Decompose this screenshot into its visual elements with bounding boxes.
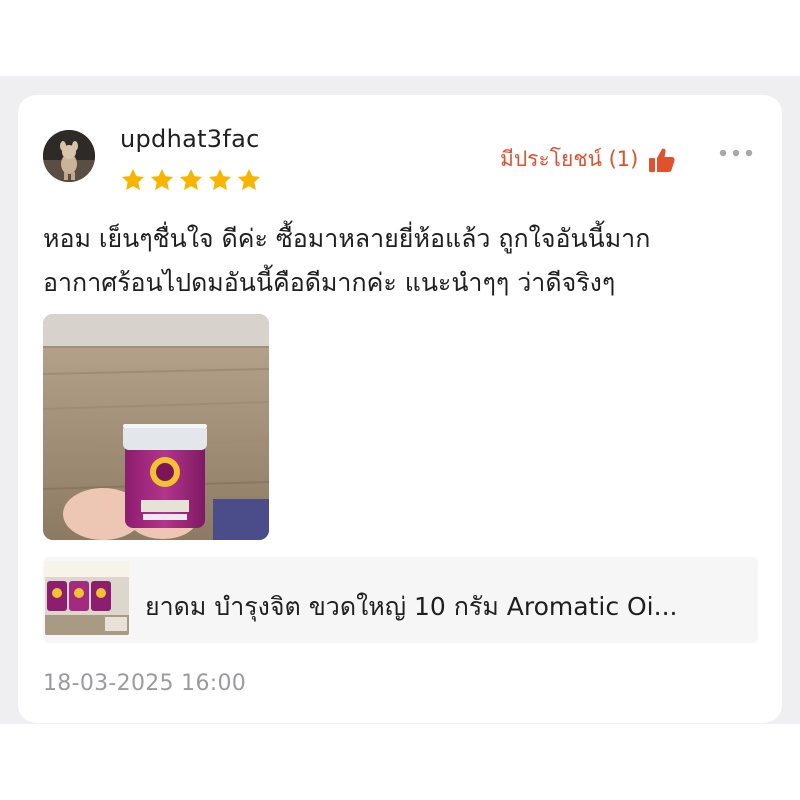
helpful-label: มีประโยชน์ (1) bbox=[500, 147, 639, 171]
review-card: updhat3fac มีประโยชน์ (1) หอม เย็นๆชื่นใ… bbox=[18, 95, 782, 723]
helpful-button[interactable]: มีประโยชน์ (1) bbox=[500, 143, 676, 176]
review-photo-image bbox=[43, 314, 269, 540]
more-options-button[interactable] bbox=[718, 140, 754, 160]
star-icon bbox=[121, 168, 145, 190]
star-icon bbox=[237, 168, 261, 190]
thumbs-up-icon bbox=[649, 148, 675, 172]
review-text-line: หอม เย็นๆชื่นใจ ดีค่ะ ซื้อมาหลายยี่ห้อแล… bbox=[43, 224, 651, 253]
star-icon bbox=[179, 168, 203, 190]
review-text-line: อากาศร้อนไปดมอันนี้คือดีมากค่ะ แนะนำๆๆ ว… bbox=[43, 268, 616, 297]
review-photo[interactable] bbox=[43, 314, 269, 540]
product-thumbnail bbox=[45, 561, 129, 635]
username: updhat3fac bbox=[120, 125, 260, 153]
rating-stars bbox=[120, 167, 262, 193]
more-dots-icon bbox=[719, 149, 753, 157]
product-title: ยาดม บำรุงจิต ขวดใหญ่ 10 กรัม Aromatic O… bbox=[145, 592, 678, 621]
star-icon bbox=[208, 168, 232, 190]
star-icon bbox=[150, 168, 174, 190]
review-date: 18-03-2025 16:00 bbox=[43, 671, 247, 696]
product-thumbnail-image bbox=[45, 561, 129, 635]
avatar[interactable] bbox=[43, 130, 95, 182]
avatar-image bbox=[43, 130, 95, 182]
product-link[interactable]: ยาดม บำรุงจิต ขวดใหญ่ 10 กรัม Aromatic O… bbox=[43, 557, 758, 643]
review-text: หอม เย็นๆชื่นใจ ดีค่ะ ซื้อมาหลายยี่ห้อแล… bbox=[43, 217, 763, 305]
